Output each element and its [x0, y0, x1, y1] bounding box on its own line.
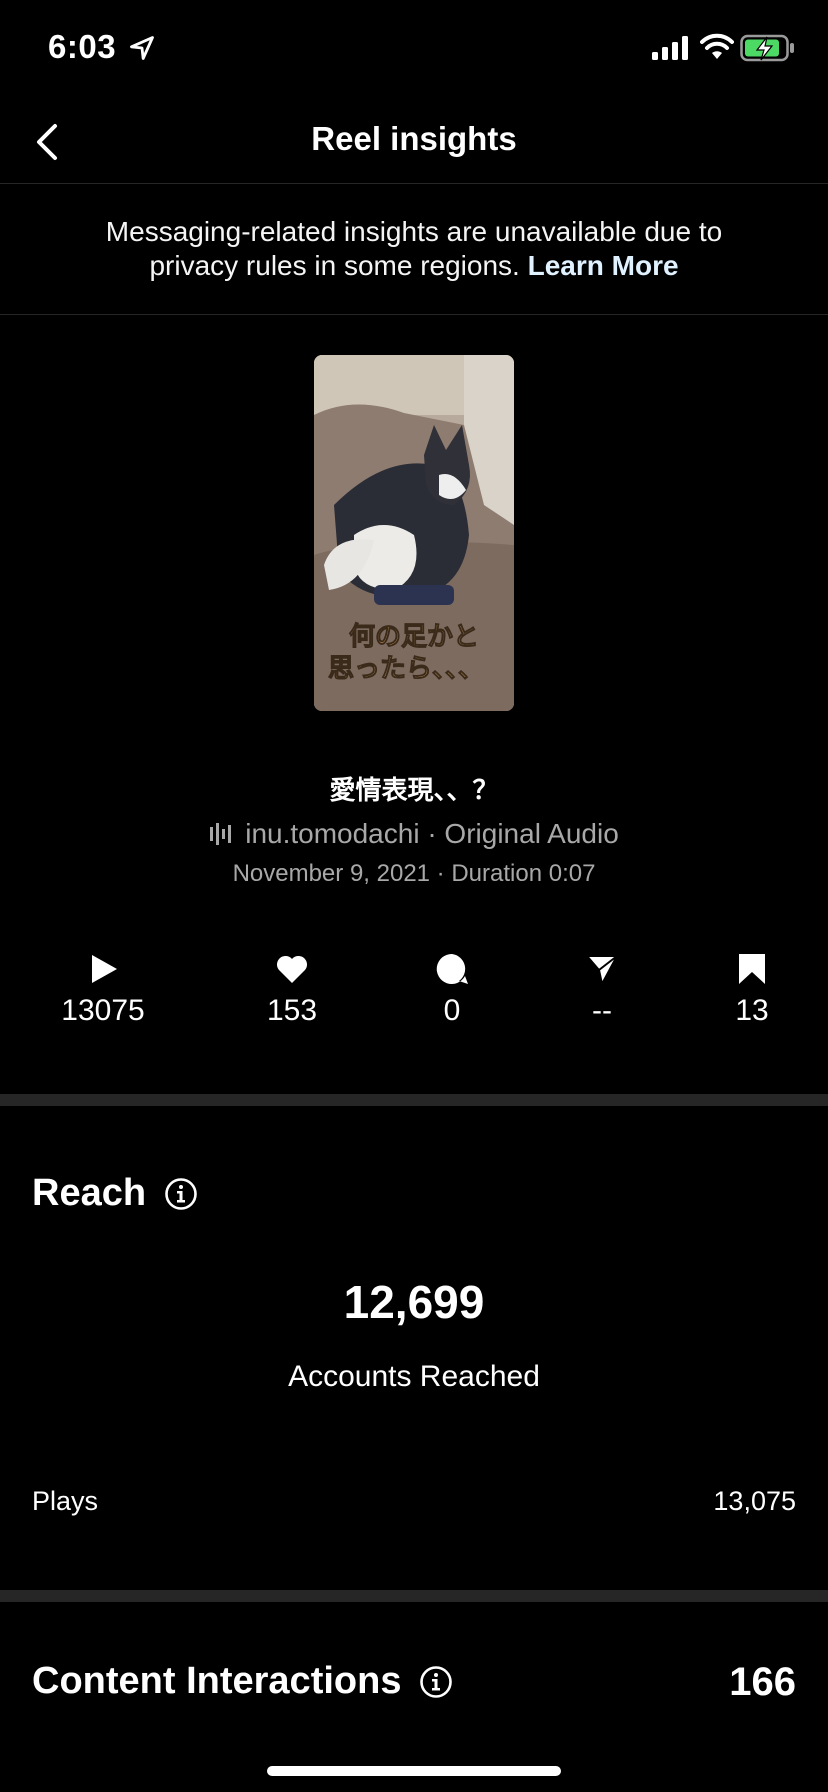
- learn-more-link[interactable]: Learn More: [528, 250, 679, 281]
- play-icon: [92, 955, 117, 983]
- plays-label: Plays: [32, 1486, 99, 1516]
- stat-likes: 153: [222, 952, 362, 1028]
- reel-thumbnail-image: 何の足かと 思ったら、、、: [314, 355, 514, 711]
- info-icon[interactable]: [419, 1665, 453, 1699]
- audio-label: inu.tomodachi · Original Audio: [245, 818, 619, 849]
- status-bar: 6:03: [0, 0, 828, 100]
- home-indicator[interactable]: [267, 1766, 561, 1776]
- location-arrow-icon: [130, 36, 154, 60]
- plays-count: 13075: [61, 994, 145, 1027]
- audio-info[interactable]: inu.tomodachi · Original Audio: [0, 818, 828, 850]
- cellular-signal-icon: [652, 36, 688, 60]
- page-title: Reel insights: [311, 120, 517, 157]
- battery-charging-icon: [740, 34, 794, 62]
- stat-shares: --: [532, 952, 672, 1028]
- stat-saves: 13: [682, 952, 822, 1028]
- reach-header: Reach: [32, 1172, 198, 1215]
- content-interactions-header: Content Interactions: [32, 1660, 453, 1703]
- bookmark-icon: [739, 954, 765, 984]
- stat-plays: 13075: [33, 952, 173, 1028]
- status-time: 6:03: [48, 28, 117, 65]
- privacy-notice: Messaging-related insights are unavailab…: [0, 185, 828, 315]
- accounts-reached-value: 12,699: [343, 1276, 485, 1328]
- section-divider: [0, 1590, 828, 1602]
- heart-icon: [276, 955, 308, 983]
- audio-waveform-icon: [210, 823, 232, 845]
- saves-count: 13: [735, 994, 769, 1027]
- plays-value: 13,075: [713, 1486, 796, 1516]
- reel-thumbnail[interactable]: 何の足かと 思ったら、、、: [314, 355, 514, 711]
- reach-title: Reach: [32, 1172, 147, 1214]
- accounts-reached-label: Accounts Reached: [288, 1360, 540, 1393]
- content-interactions-value: 166: [729, 1660, 796, 1704]
- plays-row: Plays 13,075: [32, 1486, 796, 1517]
- wifi-icon: [700, 33, 734, 59]
- send-icon: [586, 955, 618, 985]
- thumbnail-caption-line1: 何の足かと: [349, 622, 479, 652]
- reel-caption: 愛情表現、、？: [329, 776, 499, 806]
- thumbnail-caption-line2: 思ったら、、、: [328, 654, 484, 684]
- comment-icon: [436, 953, 468, 984]
- date-duration: November 9, 2021 · Duration 0:07: [232, 860, 596, 887]
- likes-count: 153: [266, 994, 318, 1027]
- content-interactions-title: Content Interactions: [32, 1660, 402, 1702]
- section-divider: [0, 1094, 828, 1106]
- shares-count: --: [592, 994, 612, 1027]
- stat-comments: 0: [382, 952, 522, 1028]
- stats-row: 13075 153 0 -- 13: [0, 952, 828, 1032]
- info-icon[interactable]: [164, 1177, 198, 1211]
- nav-bar: Reel insights: [0, 100, 828, 184]
- comments-count: 0: [443, 994, 461, 1027]
